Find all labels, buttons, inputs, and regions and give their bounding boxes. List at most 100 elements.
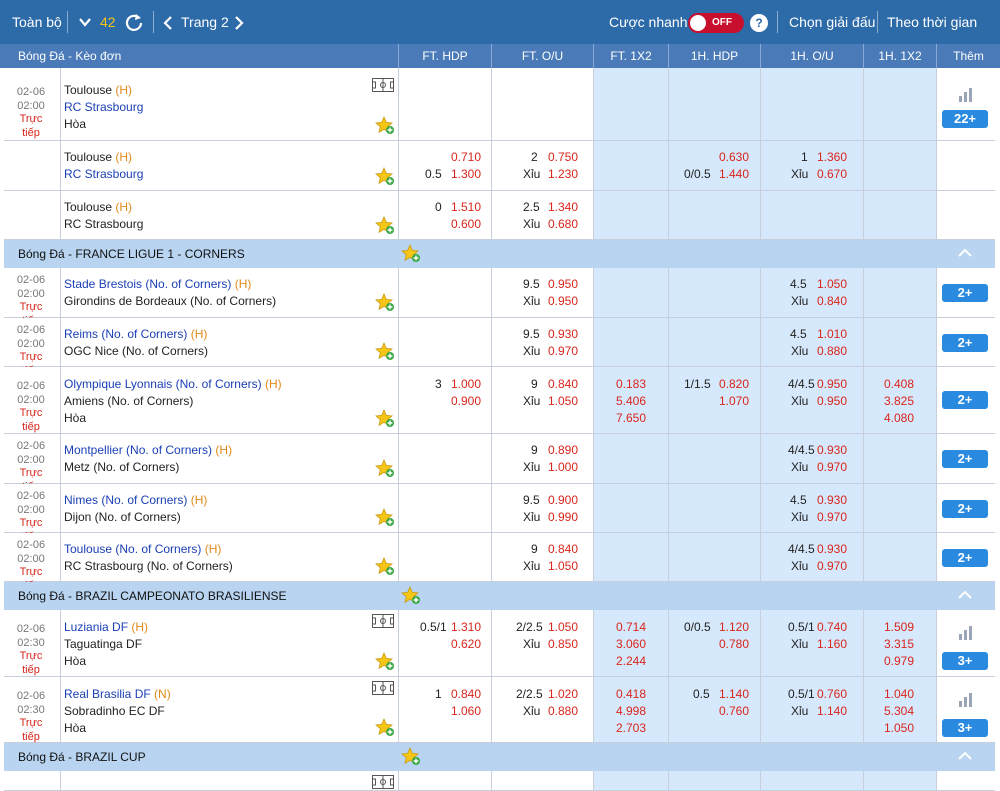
odds[interactable]: 0.760 [719,704,749,718]
odds[interactable]: 1.360 [817,150,847,164]
more-bets-button[interactable]: 22+ [942,110,988,128]
stats-bars-icon[interactable] [959,88,973,102]
away-team[interactable]: RC Strasbourg [64,217,143,231]
favorite-star-icon[interactable] [375,718,395,738]
favorite-star-icon[interactable] [401,586,421,606]
odds[interactable]: 0.740 [817,620,847,634]
odds[interactable]: 1.510 [451,200,481,214]
odds[interactable]: 1.120 [719,620,749,634]
league-header[interactable]: Bóng Đá - BRAZIL CAMPEONATO BRASILIENSE [4,582,995,610]
more-bets-button[interactable]: 2+ [942,334,988,352]
odds[interactable]: 0.600 [451,217,481,231]
home-team[interactable]: Olympique Lyonnais (No. of Corners) (H) [64,377,282,391]
odds[interactable]: 0.950 [548,294,578,308]
more-bets-button[interactable]: 2+ [942,549,988,567]
home-team[interactable]: Stade Brestois (No. of Corners) (H) [64,277,251,291]
odds[interactable]: 3.060 [616,637,646,651]
favorite-star-icon[interactable] [375,508,395,528]
away-team[interactable]: Sobradinho EC DF [64,704,165,718]
choose-league-button[interactable]: Chọn giải đấu [789,14,875,30]
quick-bet-toggle[interactable]: OFF [688,13,744,33]
more-bets-button[interactable]: 3+ [942,652,988,670]
odds[interactable]: 3.315 [884,637,914,651]
field-icon[interactable] [372,614,394,628]
more-bets-button[interactable]: 2+ [942,391,988,409]
odds[interactable]: 0.890 [548,443,578,457]
odds[interactable]: 1.070 [719,394,749,408]
home-team[interactable]: Montpellier (No. of Corners) (H) [64,443,232,457]
favorite-star-icon[interactable] [375,652,395,672]
odds[interactable]: 1.000 [548,460,578,474]
field-icon[interactable] [372,78,394,92]
league-header[interactable]: Bóng Đá - FRANCE LIGUE 1 - CORNERS [4,240,995,268]
odds[interactable]: 4.998 [616,704,646,718]
field-icon[interactable] [372,681,394,695]
odds[interactable]: 1.040 [884,687,914,701]
away-team[interactable]: Girondins de Bordeaux (No. of Corners) [64,294,276,308]
odds[interactable]: 1.230 [548,167,578,181]
odds[interactable]: 2.244 [616,654,646,668]
odds[interactable]: 1.050 [884,721,914,735]
odds[interactable]: 1.050 [548,559,578,573]
odds[interactable]: 0.850 [548,637,578,651]
odds[interactable]: 0.714 [616,620,646,634]
stats-bars-icon[interactable] [959,626,973,640]
odds[interactable]: 0.840 [548,377,578,391]
home-team[interactable]: Toulouse (No. of Corners) (H) [64,542,221,556]
odds[interactable]: 1.050 [548,620,578,634]
favorite-star-icon[interactable] [401,747,421,767]
home-team[interactable]: Reims (No. of Corners) (H) [64,327,207,341]
odds[interactable]: 1.509 [884,620,914,634]
home-team[interactable]: Toulouse (H) [64,200,132,214]
odds[interactable]: 0.930 [817,493,847,507]
odds[interactable]: 2.703 [616,721,646,735]
odds[interactable]: 3.825 [884,394,914,408]
favorite-star-icon[interactable] [375,167,395,187]
favorite-star-icon[interactable] [375,116,395,136]
stats-bars-icon[interactable] [959,693,973,707]
odds[interactable]: 0.840 [548,542,578,556]
odds[interactable]: 0.620 [451,637,481,651]
odds[interactable]: 0.780 [719,637,749,651]
collapse-up-icon[interactable] [957,588,973,602]
odds[interactable]: 0.900 [548,493,578,507]
more-bets-button[interactable]: 2+ [942,284,988,302]
league-header[interactable]: Bóng Đá - BRAZIL CUP [4,743,995,771]
odds[interactable]: 5.406 [616,394,646,408]
away-team[interactable]: OGC Nice (No. of Corners) [64,344,208,358]
chevron-down-icon[interactable] [78,16,92,28]
away-team[interactable]: RC Strasbourg [64,100,143,114]
favorite-star-icon[interactable] [375,459,395,479]
odds[interactable]: 0.970 [817,510,847,524]
away-team[interactable]: Dijon (No. of Corners) [64,510,181,524]
more-bets-button[interactable]: 3+ [942,719,988,737]
chevron-right-icon[interactable] [234,15,244,31]
home-team[interactable]: Toulouse (H) [64,83,132,97]
all-filter[interactable]: Toàn bộ [12,14,62,30]
sort-time-button[interactable]: Theo thời gian [887,14,977,30]
odds[interactable]: 0.950 [817,377,847,391]
odds[interactable]: 1.440 [719,167,749,181]
favorite-star-icon[interactable] [375,557,395,577]
odds[interactable]: 0.970 [817,559,847,573]
odds[interactable]: 0.710 [451,150,481,164]
odds[interactable]: 1.300 [451,167,481,181]
favorite-star-icon[interactable] [375,409,395,429]
odds[interactable]: 0.970 [548,344,578,358]
away-team[interactable]: RC Strasbourg (No. of Corners) [64,559,233,573]
odds[interactable]: 0.630 [719,150,749,164]
odds[interactable]: 0.970 [817,460,847,474]
favorite-star-icon[interactable] [401,244,421,264]
odds[interactable]: 1.020 [548,687,578,701]
odds[interactable]: 0.840 [451,687,481,701]
away-team[interactable]: Amiens (No. of Corners) [64,394,193,408]
odds[interactable]: 0.880 [817,344,847,358]
odds[interactable]: 1.340 [548,200,578,214]
odds[interactable]: 1.000 [451,377,481,391]
favorite-star-icon[interactable] [375,216,395,236]
odds[interactable]: 0.930 [817,542,847,556]
home-team[interactable]: Nimes (No. of Corners) (H) [64,493,207,507]
refresh-icon[interactable] [124,12,144,32]
home-team[interactable]: Luziania DF (H) [64,620,148,634]
odds[interactable]: 0.670 [817,167,847,181]
